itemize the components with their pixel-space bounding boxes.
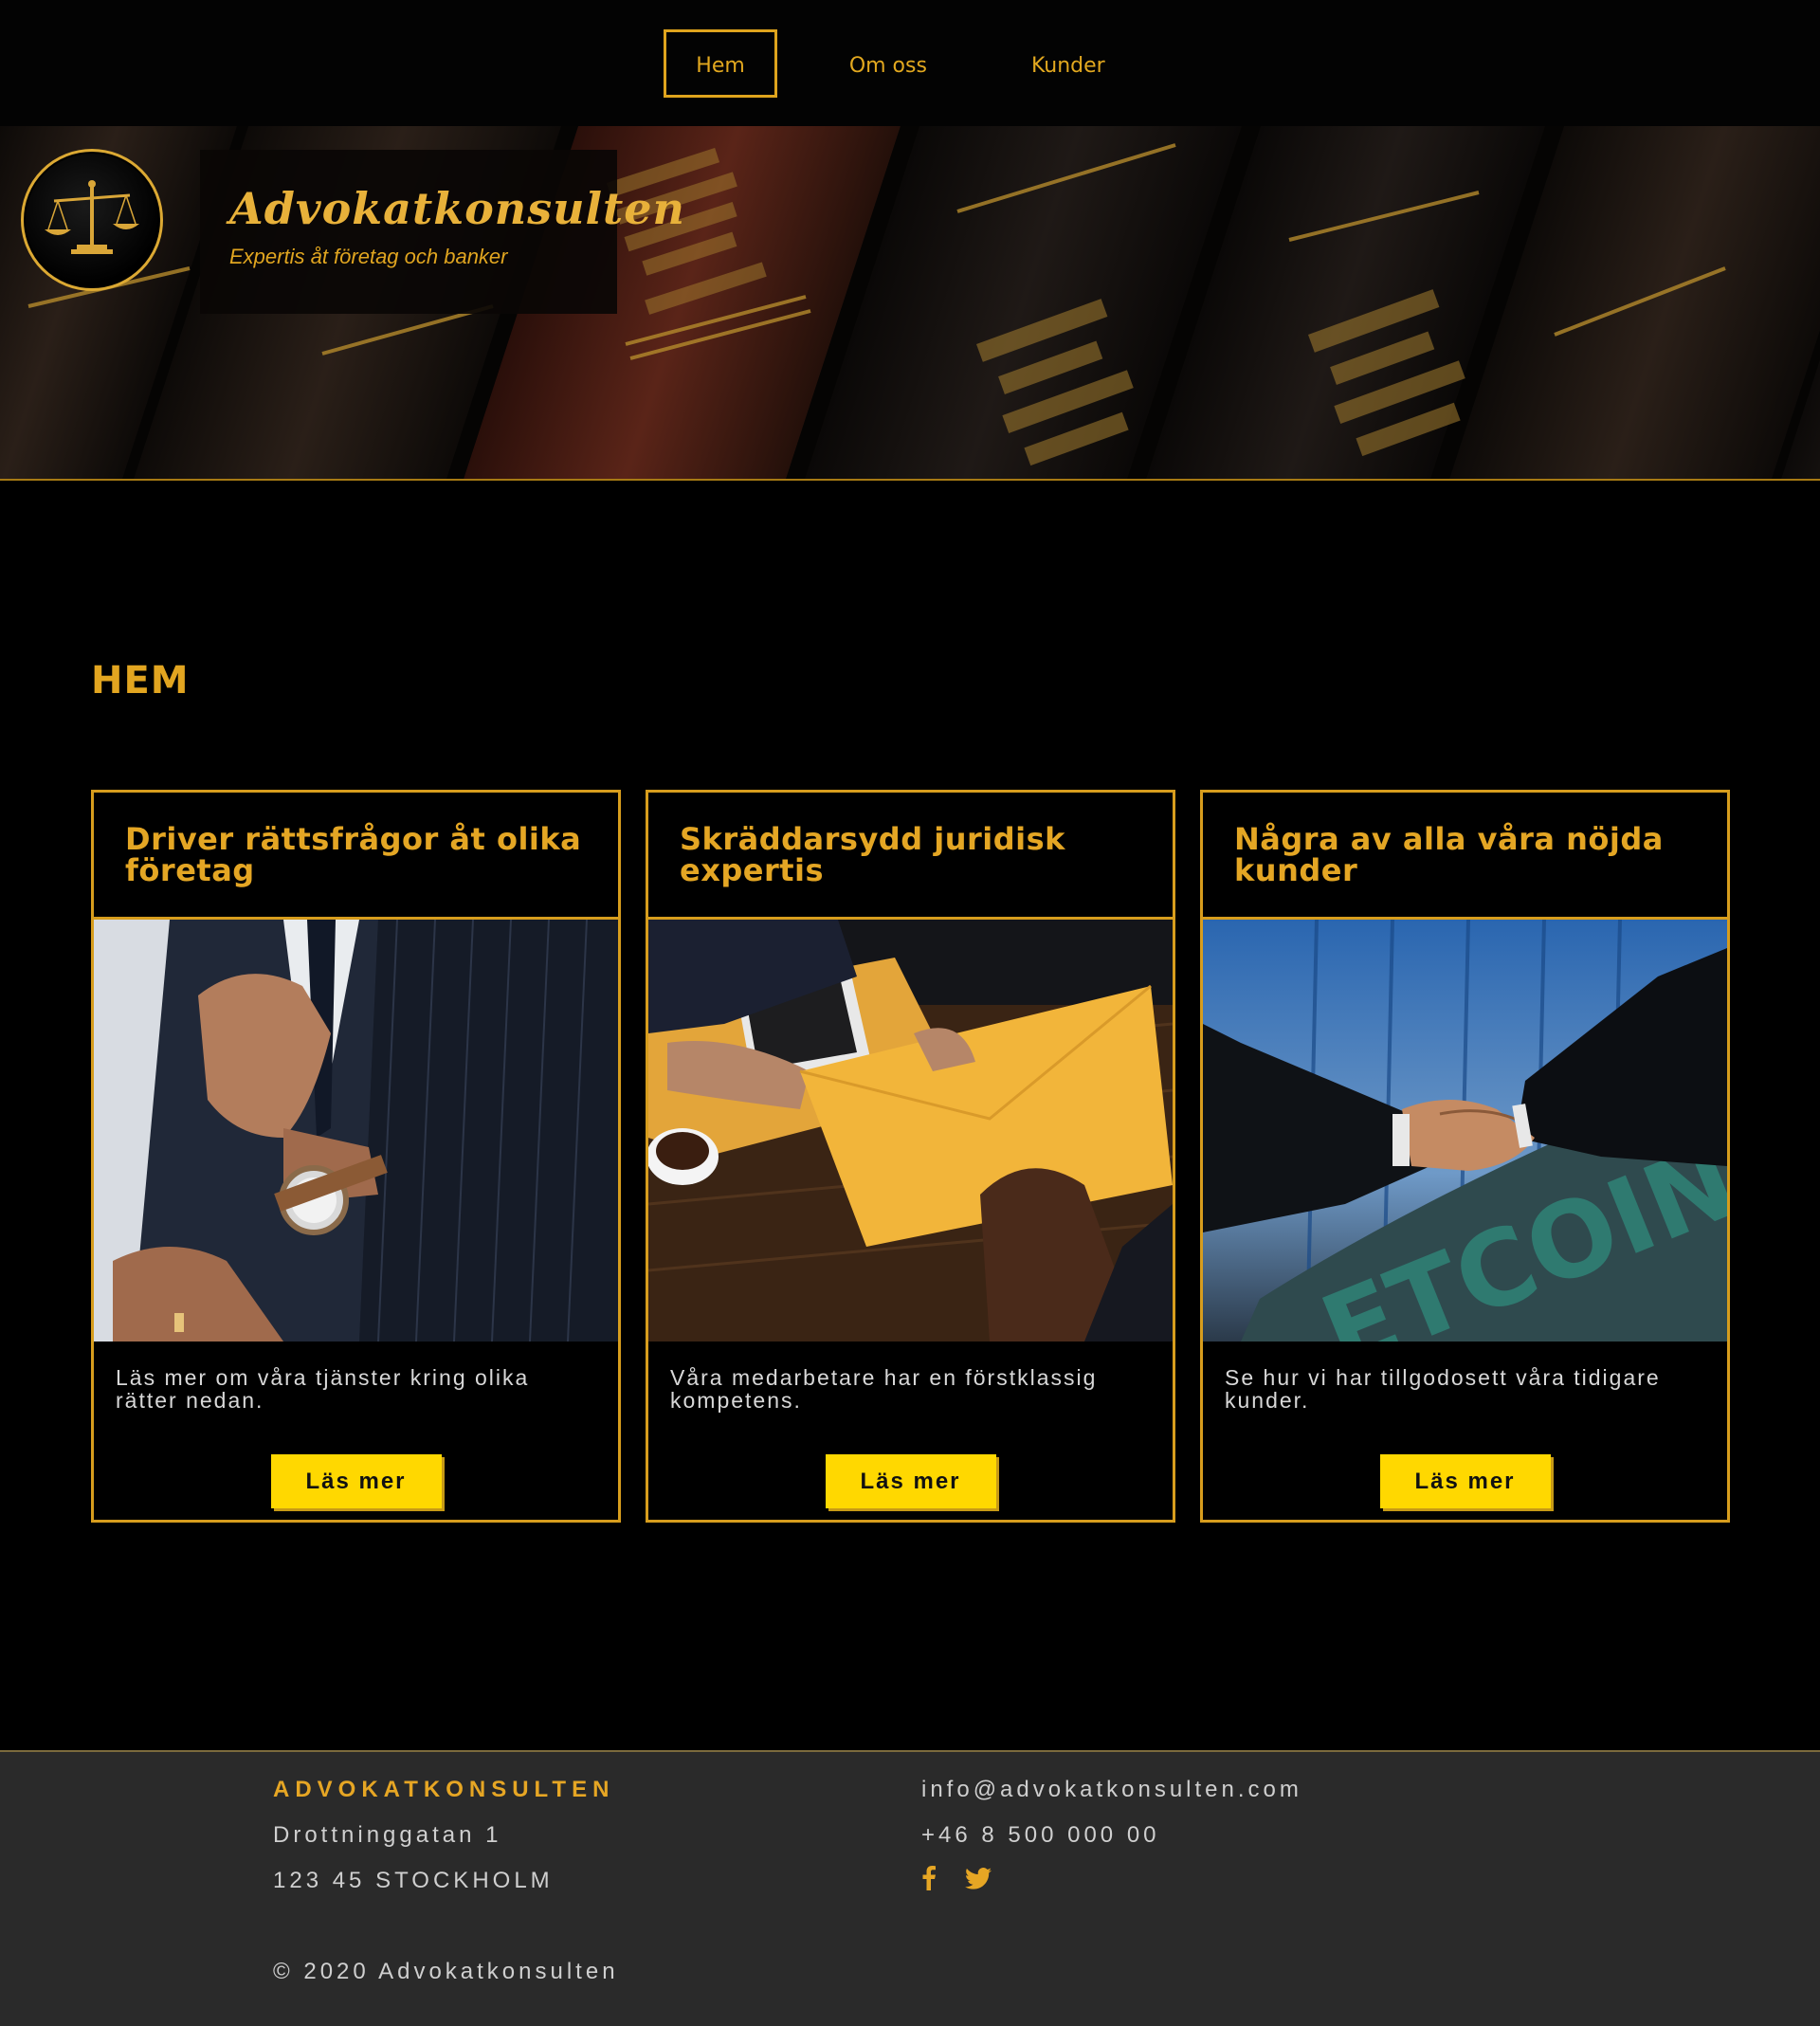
card-image-envelope	[648, 920, 1173, 1342]
copyright: © 2020 Advokatkonsulten	[273, 1959, 619, 1984]
card-header: Några av alla våra nöjda kunder	[1203, 793, 1727, 920]
scales-of-justice-icon	[45, 180, 139, 254]
card-image-handshake: ETCOIN	[1203, 920, 1727, 1342]
service-cards: Driver rättsfrågor åt olika företag Läs …	[91, 790, 1730, 1523]
facebook-icon[interactable]	[921, 1866, 937, 1890]
card-description: Se hur vi har tillgodosett våra tidigare…	[1225, 1365, 1661, 1413]
card-customers: Några av alla våra nöjda kunder ETCOIN S…	[1200, 790, 1730, 1523]
footer-brand: ADVOKATKONSULTEN	[273, 1777, 615, 1802]
read-more-button[interactable]: Läs mer	[270, 1454, 442, 1508]
nav-item-kunder[interactable]: Kunder	[999, 29, 1138, 98]
nav-links: Hem Om oss Kunder	[664, 28, 1138, 98]
card-header: Driver rättsfrågor åt olika företag	[94, 793, 618, 920]
card-image-suit	[94, 920, 618, 1342]
nav-item-om-oss[interactable]: Om oss	[817, 29, 959, 98]
card-header: Skräddarsydd juridisk expertis	[648, 793, 1173, 920]
nav-item-hem[interactable]: Hem	[664, 28, 777, 98]
read-more-button[interactable]: Läs mer	[1379, 1454, 1551, 1508]
card-description: Läs mer om våra tjänster kring olika rät…	[116, 1365, 530, 1413]
brand-box: Advokatkonsulten Expertis åt företag och…	[200, 150, 685, 314]
card-title: Driver rättsfrågor åt olika företag	[125, 821, 582, 888]
card-expertise: Skräddarsydd juridisk expertis Våra meda…	[646, 790, 1175, 1523]
hero-banner: Advokatkonsulten Expertis åt företag och…	[0, 126, 1820, 481]
social-links	[921, 1866, 992, 1890]
page-title: HEM	[91, 659, 190, 703]
card-business: Driver rättsfrågor åt olika företag Läs …	[91, 790, 621, 1523]
footer-email-link[interactable]: info@advokatkonsulten.com	[921, 1777, 1302, 1803]
brand-title: Advokatkonsulten	[229, 183, 685, 234]
footer-street: Drottninggatan 1	[273, 1822, 502, 1848]
top-navigation: Hem Om oss Kunder	[0, 0, 1820, 126]
card-description: Våra medarbetare har en förstklassig kom…	[670, 1365, 1098, 1413]
card-title: Skräddarsydd juridisk expertis	[680, 821, 1065, 888]
brand-tagline: Expertis åt företag och banker	[229, 245, 508, 268]
footer-city: 123 45 STOCKHOLM	[273, 1868, 554, 1893]
logo[interactable]	[21, 149, 163, 291]
footer-phone-link[interactable]: +46 8 500 000 00	[921, 1822, 1160, 1849]
card-title: Några av alla våra nöjda kunder	[1234, 821, 1664, 888]
twitter-icon[interactable]	[965, 1867, 992, 1889]
footer: ADVOKATKONSULTEN Drottninggatan 1 123 45…	[0, 1750, 1820, 2026]
read-more-button[interactable]: Läs mer	[825, 1454, 996, 1508]
